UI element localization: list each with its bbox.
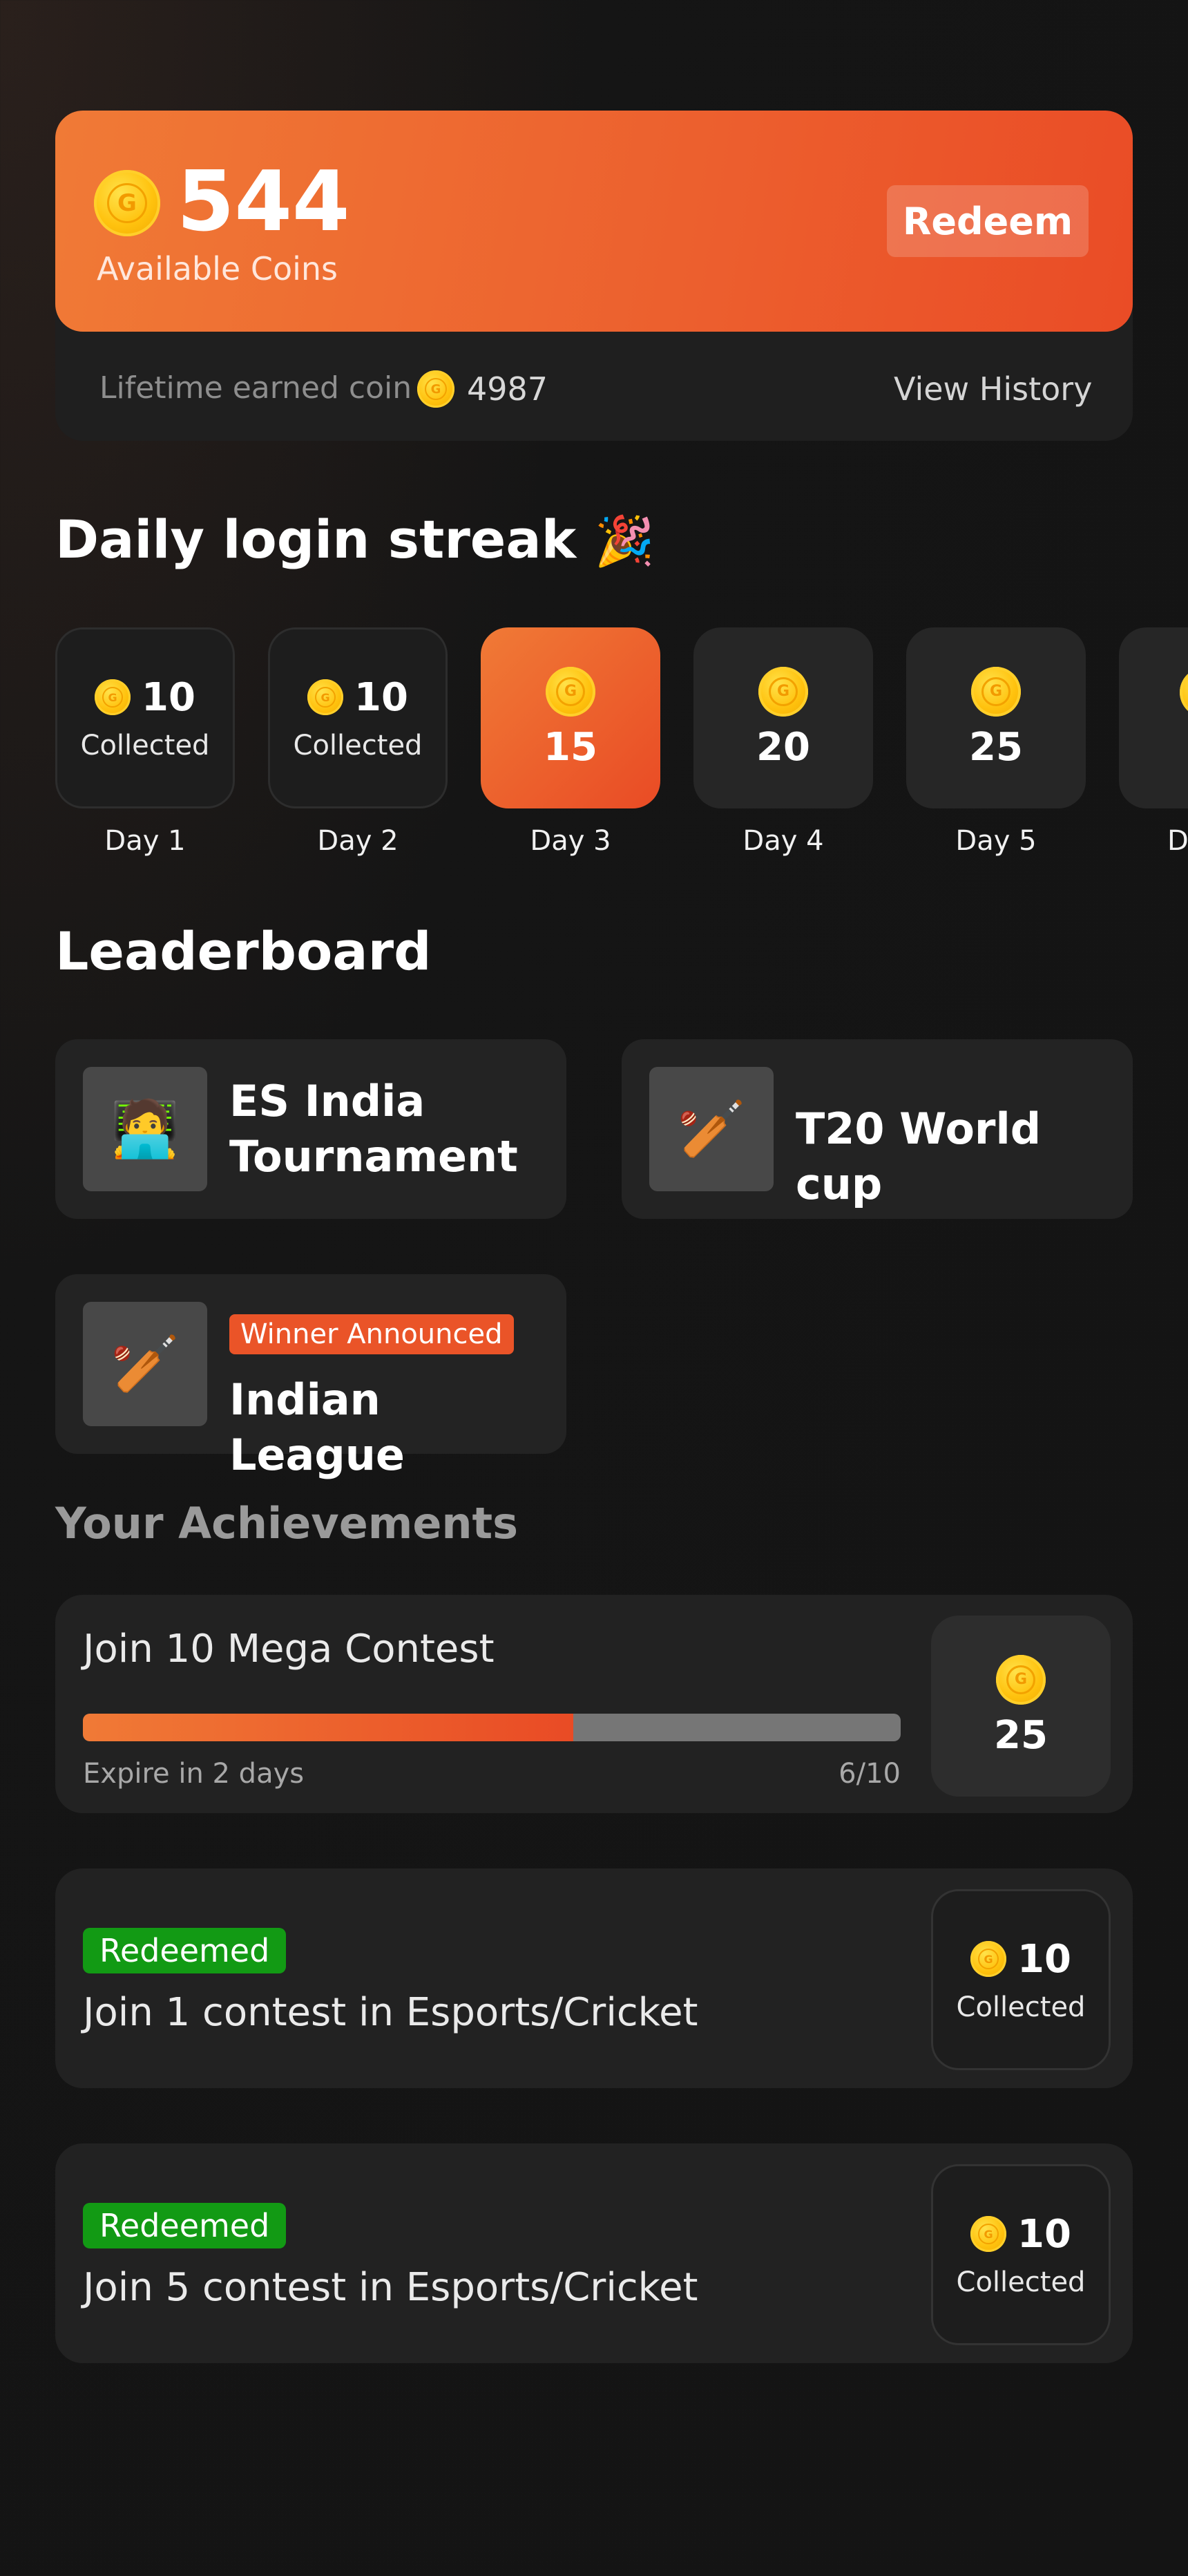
- achievement-reward: G 10 Collected: [931, 1889, 1111, 2070]
- leaderboard-card-title: Indian League: [229, 1374, 405, 1480]
- winner-announced-badge: Winner Announced: [229, 1314, 514, 1354]
- coin-icon: G: [94, 170, 160, 236]
- available-coins-value: 544: [177, 154, 350, 250]
- streak-day-card[interactable]: [1119, 627, 1188, 808]
- achievement-reward: G 25: [931, 1616, 1111, 1797]
- esports-player-icon: 🧑‍💻: [83, 1067, 207, 1191]
- achievement-progress-fill: [83, 1714, 574, 1741]
- streak-day-label: Day 5: [955, 825, 1037, 857]
- streak-day-amount: 15: [544, 724, 597, 770]
- coin-icon: G: [996, 1654, 1046, 1705]
- reward-amount: 25: [994, 1712, 1048, 1758]
- coin-icon: G: [971, 666, 1021, 717]
- coin-icon: G: [546, 666, 595, 717]
- party-popper-icon: 🎉: [594, 513, 655, 569]
- streak-day-card[interactable]: G 10 Collected: [268, 627, 448, 808]
- streak-day-label: D: [1167, 825, 1188, 857]
- leaderboard-card[interactable]: 🏏 Winner Announced Indian League: [55, 1274, 566, 1480]
- streak-day-card[interactable]: G 20: [693, 627, 873, 808]
- reward-amount: 10: [1017, 2211, 1071, 2257]
- coin-icon: G: [970, 1941, 1007, 1977]
- streak-day-card[interactable]: G 10 Collected: [55, 627, 235, 808]
- streak-day-label: Day 2: [317, 825, 399, 857]
- streak-day-card-active[interactable]: G 15: [481, 627, 660, 808]
- leaderboard-card-title: T20 World cup: [796, 1104, 1042, 1209]
- achievement-reward: G 10 Collected: [931, 2164, 1111, 2345]
- view-history-link[interactable]: View History: [894, 370, 1092, 408]
- coin-icon: G: [307, 679, 344, 715]
- coin-icon: G: [758, 666, 808, 717]
- cricket-icon: 🏏: [649, 1067, 774, 1191]
- achievement-expiry: Expire in 2 days: [83, 1758, 305, 1790]
- reward-status: Collected: [956, 2266, 1086, 2298]
- redeemed-badge: Redeemed: [83, 1928, 287, 1973]
- achievement-name: Join 10 Mega Contest: [83, 1627, 495, 1671]
- achievement-count: 6/10: [839, 1758, 901, 1790]
- redeemed-badge: Redeemed: [83, 2203, 287, 2248]
- achievement-status: Redeemed: [83, 2203, 287, 2248]
- lifetime-earned-value: 4987: [467, 370, 548, 408]
- achievements-title: Your Achievements: [55, 1498, 519, 1549]
- streak-day-status: Collected: [80, 729, 210, 761]
- streak-day-amount: 20: [756, 724, 810, 770]
- streak-day-label: Day 1: [104, 825, 186, 857]
- leaderboard-card-body: Winner Announced: [229, 1314, 514, 1354]
- coin-icon: [1180, 667, 1188, 717]
- coin-icon: G: [417, 370, 454, 408]
- reward-status: Collected: [956, 1991, 1086, 2023]
- streak-day-label: Day 4: [742, 825, 824, 857]
- leaderboard-card[interactable]: 🧑‍💻 ES India Tournament: [55, 1039, 566, 1219]
- available-coins-label: Available Coins: [97, 250, 338, 287]
- streak-day-status: Collected: [293, 729, 423, 761]
- leaderboard-title: Leaderboard: [55, 920, 432, 982]
- streak-day-card[interactable]: G 25: [906, 627, 1086, 808]
- achievement-progress-bar: [83, 1714, 901, 1741]
- leaderboard-card-title: ES India Tournament: [229, 1076, 518, 1182]
- streak-title: Daily login streak 🎉: [55, 509, 655, 570]
- streak-day-label: Day 3: [530, 825, 611, 857]
- leaderboard-card[interactable]: 🏏 T20 World cup: [622, 1039, 1133, 1219]
- coin-icon: G: [95, 679, 131, 715]
- redeem-button[interactable]: Redeem: [887, 185, 1089, 257]
- achievement-status: Redeemed: [83, 1928, 287, 1973]
- cricket-icon: 🏏: [83, 1302, 207, 1426]
- achievement-name: Join 5 contest in Esports/Cricket: [83, 2265, 698, 2310]
- lifetime-earned-label: Lifetime earned coin: [99, 370, 412, 406]
- streak-day-amount: 10: [142, 674, 195, 720]
- achievement-name: Join 1 contest in Esports/Cricket: [83, 1990, 698, 2035]
- streak-day-amount: 25: [969, 724, 1023, 770]
- coin-icon: G: [970, 2216, 1007, 2252]
- streak-day-amount: 10: [354, 674, 408, 720]
- reward-amount: 10: [1017, 1936, 1071, 1982]
